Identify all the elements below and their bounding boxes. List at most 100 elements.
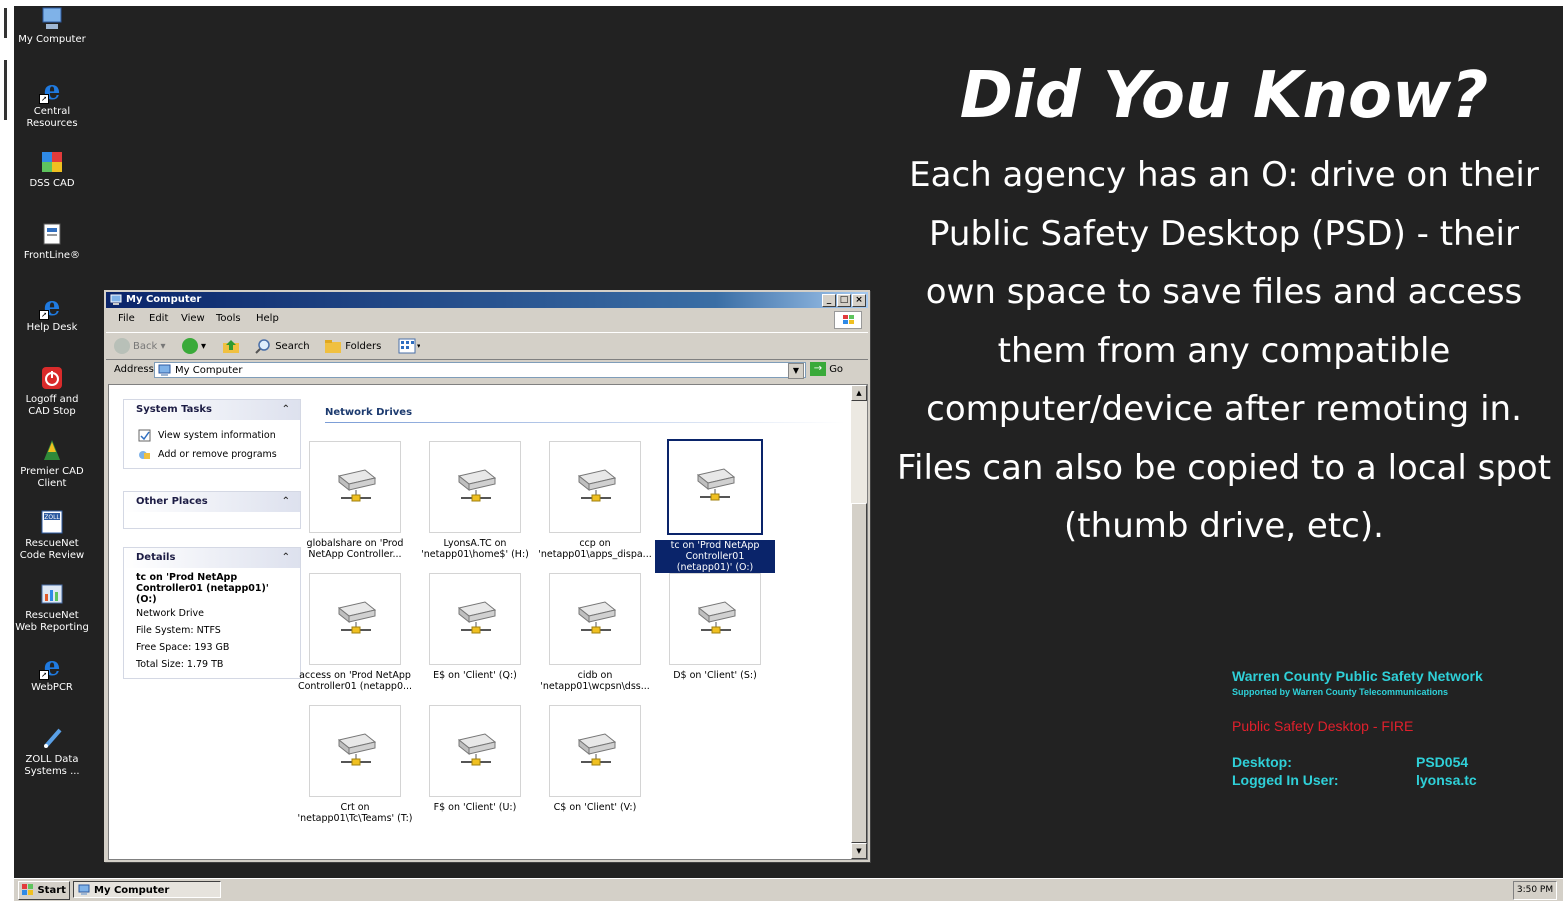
collapse-chevron-icon[interactable]: ⌃ [282,492,290,512]
system-clock[interactable]: 3:50 PM [1513,881,1557,900]
search-button[interactable]: Search [254,338,310,355]
explorer-window: My Computer _ □ × File Edit View Tools H… [104,290,870,862]
my-computer-icon [110,294,122,306]
go-arrow-icon: → [810,362,826,376]
network-drive-icon [577,469,617,502]
drive-thumbnail [429,573,521,665]
window-titlebar[interactable]: My Computer _ □ × [106,292,868,308]
section-divider [325,422,845,423]
drive-label: tc on 'Prod NetApp Controller01 (netapp0… [655,540,775,573]
start-button[interactable]: Start [18,881,70,900]
my-computer-icon [38,6,66,32]
desktop-icon-webpcr[interactable]: e ↗ WebPCR [14,654,90,694]
my-computer-icon [158,364,171,377]
desktop-icon-logoff[interactable]: Logoff and CAD Stop [14,366,90,418]
zoll-data-icon [38,726,66,752]
user-label: Logged In User: [1232,772,1339,788]
details-free-space: Free Space: 193 GB [136,642,230,653]
menu-file[interactable]: File [118,309,135,329]
taskbar: Start My Computer 3:50 PM [14,878,1563,901]
system-info-icon [138,429,151,442]
address-value: My Computer [175,365,243,376]
other-places-header[interactable]: Other Places ⌃ [124,492,300,512]
drive-thumbnail [667,439,763,535]
back-arrow-icon [114,338,130,354]
desktop-icon-help-desk[interactable]: e ↗ Help Desk [14,294,90,334]
close-button[interactable]: × [852,294,866,307]
up-folder-icon [223,340,239,353]
desktop-icon-my-computer[interactable]: My Computer [14,6,90,46]
network-subtitle: Supported by Warren County Telecommunica… [1232,687,1449,697]
folders-button[interactable]: Folders [324,338,381,355]
network-drive-item[interactable]: tc on 'Prod NetApp Controller01 (netapp0… [655,439,775,573]
details-name: tc on 'Prod NetApp Controller01 (netapp0… [136,572,269,605]
menu-tools[interactable]: Tools [216,309,241,329]
collapse-chevron-icon[interactable]: ⌃ [282,548,290,568]
search-icon [255,339,270,354]
address-dropdown-button[interactable]: ▼ [788,363,804,379]
desktop-icon-label: ZOLL Data Systems ... [24,754,80,777]
forward-button[interactable]: ▾ [182,338,206,355]
drive-label: LyonsA.TC on 'netapp01\home$' (H:) [421,538,529,560]
network-drive-item[interactable]: E$ on 'Client' (Q:) [415,573,535,681]
windows-logo-icon [834,311,862,329]
desktop-icon-dss-cad[interactable]: DSS CAD [14,150,90,190]
menu-view[interactable]: View [181,309,205,329]
scroll-down-button[interactable]: ▼ [851,843,867,859]
network-drive-item[interactable]: C$ on 'Client' (V:) [535,705,655,813]
zoll-icon: ZOLL [38,510,66,536]
power-icon [38,366,66,392]
network-drive-item[interactable]: Crt on 'netapp01\Tc\Teams' (T:) [295,705,415,824]
web-reporting-icon [38,582,66,608]
network-drive-item[interactable]: globalshare on 'Prod NetApp Controller..… [295,441,415,560]
desktop-icon-label: Central Resources [26,106,78,129]
views-button[interactable]: ▾ [398,338,421,360]
network-drive-item[interactable]: cidb on 'netapp01\wcpsn\dss... [535,573,655,692]
scroll-up-button[interactable]: ▲ [851,385,867,401]
desktop-icon-rescuenet-code-review[interactable]: ZOLL RescueNet Code Review [14,510,90,562]
details-type: Network Drive [136,608,205,619]
network-drive-item[interactable]: access on 'Prod NetApp Controller01 (net… [295,573,415,692]
desktop-icon-label: Logoff and CAD Stop [25,394,79,417]
desktop-icon-label: WebPCR [31,682,73,693]
task-view-system-info[interactable]: View system information [136,426,300,445]
collapse-chevron-icon[interactable]: ⌃ [282,400,290,420]
drive-label: access on 'Prod NetApp Controller01 (net… [297,670,413,692]
network-drive-item[interactable]: LyonsA.TC on 'netapp01\home$' (H:) [415,441,535,560]
maximize-button[interactable]: □ [837,294,851,307]
address-input[interactable]: My Computer ▼ [154,362,806,379]
vertical-scrollbar[interactable]: ▲ ▼ [851,385,867,859]
network-drive-item[interactable]: D$ on 'Client' (S:) [655,573,775,681]
content-area: System Tasks ⌃ View system information A… [108,384,868,860]
task-add-remove-programs[interactable]: Add or remove programs [136,445,300,464]
scroll-thumb[interactable] [851,503,867,843]
desktop-icon-premier-cad[interactable]: Premier CAD Client [14,438,90,490]
toolbar: Back ▾ ▾ Search Folders ▾ [106,332,868,360]
menu-help[interactable]: Help [256,309,279,329]
desktop-icon-central-resources[interactable]: e ↗ Central Resources [14,78,90,130]
minimize-button[interactable]: _ [822,294,836,307]
internet-explorer-icon: e ↗ [38,78,66,104]
system-tasks-header[interactable]: System Tasks ⌃ [124,400,300,420]
my-computer-icon [78,884,90,896]
details-header[interactable]: Details ⌃ [124,548,300,568]
menu-edit[interactable]: Edit [149,309,168,329]
taskbar-item-label: My Computer [94,885,170,896]
taskbar-item-my-computer[interactable]: My Computer [73,881,221,898]
back-button[interactable]: Back ▾ [114,338,165,355]
up-folder-button[interactable] [222,338,240,360]
network-drive-item[interactable]: ccp on 'netapp01\apps_dispa... [535,441,655,560]
desktop-icon-zoll-data-systems[interactable]: ZOLL Data Systems ... [14,726,90,778]
menu-bar: File Edit View Tools Help [106,309,868,329]
desktop-icon-frontline[interactable]: FrontLine® [14,222,90,262]
go-button[interactable]: → Go [810,362,843,378]
drive-thumbnail [429,441,521,533]
network-drive-icon [337,469,377,502]
windows-logo-icon [22,884,33,895]
folders-icon [325,340,341,353]
network-drive-item[interactable]: F$ on 'Client' (U:) [415,705,535,813]
drive-label: D$ on 'Client' (S:) [673,670,757,681]
desktop-icon-rescuenet-web-reporting[interactable]: RescueNet Web Reporting [14,582,90,634]
drive-thumbnail [549,441,641,533]
slide-title: Did You Know? [959,59,1489,133]
